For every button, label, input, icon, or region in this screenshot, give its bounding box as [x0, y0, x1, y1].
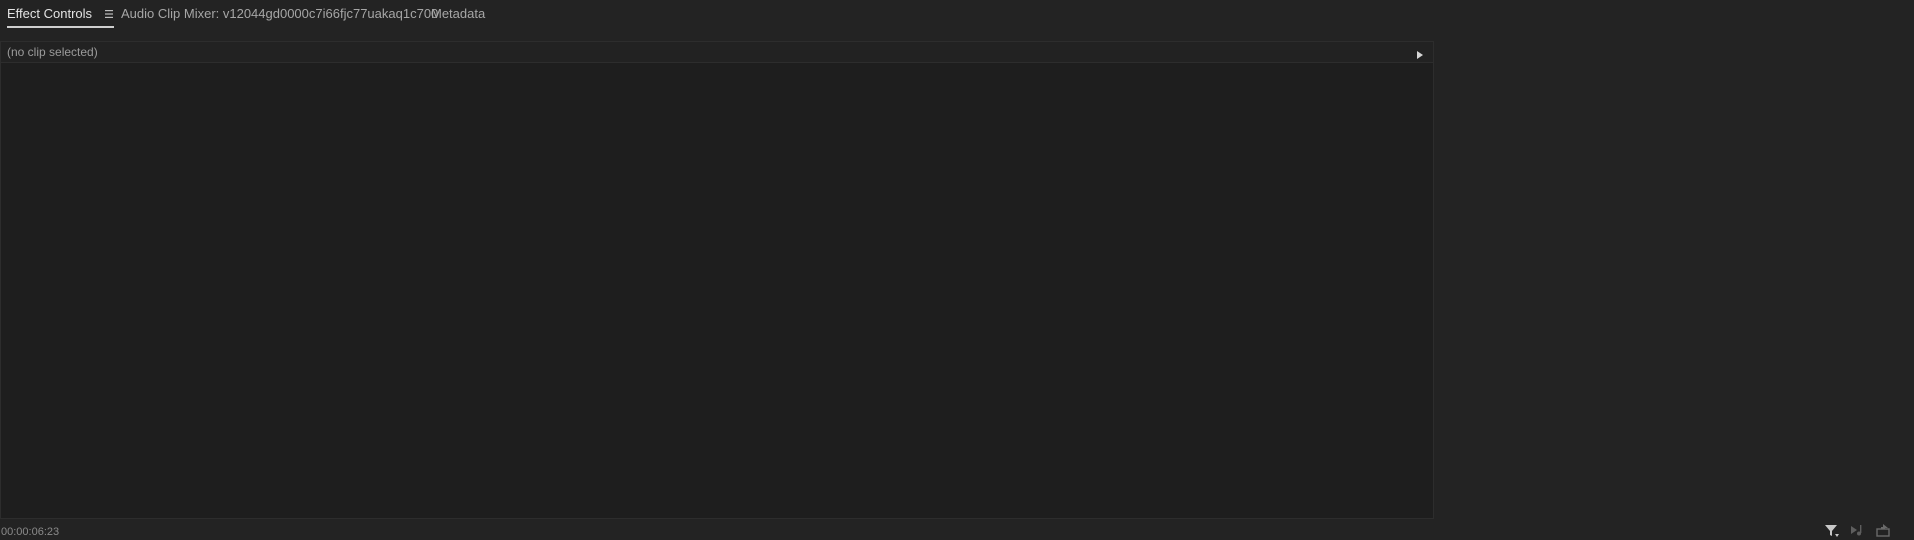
active-tab-underline [7, 26, 114, 28]
export-icon[interactable] [1875, 522, 1893, 538]
clip-status-label: (no clip selected) [7, 45, 98, 59]
filter-icon[interactable] [1822, 522, 1840, 538]
tab-effect-controls[interactable]: Effect Controls [7, 0, 114, 28]
timecode-display[interactable]: 00:00:06:23 [1, 525, 59, 539]
play-triangle-icon[interactable] [1415, 47, 1425, 59]
tab-audio-clip-mixer-label: Audio Clip Mixer: v12044gd0000c7i66fjc77… [121, 6, 439, 21]
clip-header: (no clip selected) [1, 42, 1433, 63]
tab-effect-controls-label: Effect Controls [7, 6, 93, 21]
panel-tab-bar: Effect Controls Audio Clip Mixer: v12044… [0, 0, 1914, 30]
tab-metadata[interactable]: Metadata [431, 0, 485, 28]
tab-audio-clip-mixer[interactable]: Audio Clip Mixer: v12044gd0000c7i66fjc77… [121, 0, 438, 28]
hamburger-menu-icon[interactable] [104, 0, 114, 28]
panel-footer-tools [1822, 522, 1914, 538]
effect-controls-panel: (no clip selected) [0, 41, 1434, 519]
tab-metadata-label: Metadata [431, 6, 486, 21]
effect-controls-window: Effect Controls Audio Clip Mixer: v12044… [0, 0, 1914, 540]
play-audio-icon[interactable] [1849, 522, 1867, 538]
